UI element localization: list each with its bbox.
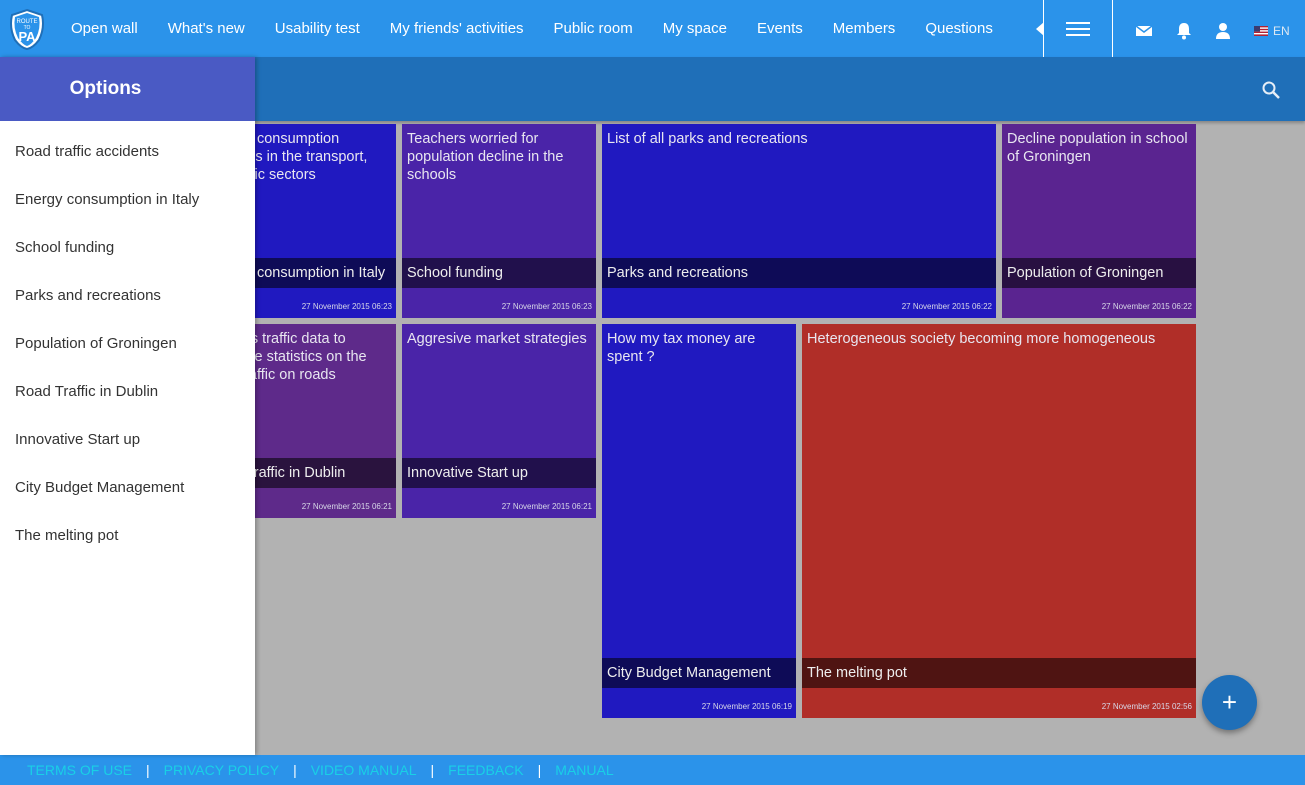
footer-separator: | <box>146 762 150 778</box>
tile-title: School funding <box>402 258 596 288</box>
tile-description: Aggresive market strategies <box>407 331 587 347</box>
tile-date: 27 November 2015 06:21 <box>301 502 392 511</box>
options-title: Options <box>69 78 142 99</box>
footer: TERMS OF USE | PRIVACY POLICY | VIDEO MA… <box>0 755 1305 785</box>
option-school-funding[interactable]: School funding <box>0 224 255 272</box>
tile-population-of-groningen[interactable]: Decline population in school of Groninge… <box>1002 124 1196 318</box>
option-road-traffic-accidents[interactable]: Road traffic accidents <box>0 128 255 176</box>
tile-title: City Budget Management <box>602 658 796 688</box>
tile-date: 27 November 2015 02:56 <box>1101 702 1192 711</box>
tile-date: 27 November 2015 06:23 <box>301 302 392 311</box>
footer-terms-of-use-link[interactable]: TERMS OF USE <box>27 762 132 778</box>
nav-my-space[interactable]: My space <box>648 0 742 57</box>
tile-description: Decline population in school of Groninge… <box>1007 131 1188 165</box>
tile-description: Heterogeneous society becoming more homo… <box>807 331 1156 347</box>
tile-title: Innovative Start up <box>402 458 596 488</box>
options-drawer: Options Road traffic accidents Energy co… <box>0 57 255 755</box>
nav-public-room[interactable]: Public room <box>539 0 648 57</box>
tile-the-melting-pot[interactable]: Heterogeneous society becoming more homo… <box>802 324 1196 718</box>
language-selector[interactable]: EN <box>1254 24 1290 38</box>
options-drawer-header: Options <box>0 57 255 121</box>
tile-date: 27 November 2015 06:19 <box>701 702 792 711</box>
plus-icon: + <box>1221 687 1238 717</box>
tile-school-funding[interactable]: Teachers worried for population decline … <box>402 124 596 318</box>
notifications-bell-icon[interactable] <box>1176 22 1194 40</box>
mail-icon[interactable] <box>1135 22 1153 38</box>
search-icon[interactable] <box>1261 80 1281 100</box>
language-label: EN <box>1273 24 1290 38</box>
svg-text:PA: PA <box>18 29 36 44</box>
nav-questions[interactable]: Questions <box>910 0 1008 57</box>
footer-separator: | <box>430 762 435 778</box>
tile-description: How my tax money are spent ? <box>607 331 756 365</box>
tile-date: 27 November 2015 06:22 <box>1101 302 1192 311</box>
option-road-traffic-in-dublin[interactable]: Road Traffic in Dublin <box>0 368 255 416</box>
add-button[interactable]: + <box>1202 675 1257 730</box>
nav-open-wall[interactable]: Open wall <box>56 0 153 57</box>
option-parks-and-recreations[interactable]: Parks and recreations <box>0 272 255 320</box>
us-flag-icon <box>1254 26 1268 36</box>
tile-date: 27 November 2015 06:21 <box>501 502 592 511</box>
user-profile-icon[interactable] <box>1215 22 1233 39</box>
tile-description: Teachers worried for population decline … <box>407 131 564 183</box>
tile-city-budget-management[interactable]: How my tax money are spent ? City Budget… <box>602 324 796 718</box>
top-navigation-bar: ROUTE TO PA Open wall What's new Usabili… <box>0 0 1305 57</box>
nav-members[interactable]: Members <box>818 0 911 57</box>
option-population-of-groningen[interactable]: Population of Groningen <box>0 320 255 368</box>
option-energy-consumption-in-italy[interactable]: Energy consumption in Italy <box>0 176 255 224</box>
option-innovative-start-up[interactable]: Innovative Start up <box>0 416 255 464</box>
footer-feedback-link[interactable]: FEEDBACK <box>448 762 523 778</box>
tile-date: 27 November 2015 06:23 <box>501 302 592 311</box>
main-nav: Open wall What's new Usability test My f… <box>56 0 1008 57</box>
tile-parks-and-recreations[interactable]: List of all parks and recreations Parks … <box>602 124 996 318</box>
option-city-budget-management[interactable]: City Budget Management <box>0 464 255 512</box>
footer-separator: | <box>537 762 542 778</box>
nav-whats-new[interactable]: What's new <box>153 0 260 57</box>
tile-title: The melting pot <box>802 658 1196 688</box>
hamburger-icon <box>1066 21 1090 36</box>
nav-usability-test[interactable]: Usability test <box>260 0 375 57</box>
nav-events[interactable]: Events <box>742 0 818 57</box>
tile-title: Population of Groningen <box>1002 258 1196 288</box>
route-to-pa-logo[interactable]: ROUTE TO PA <box>6 8 48 51</box>
hamburger-menu-button[interactable] <box>1043 0 1113 57</box>
nav-friends-activities[interactable]: My friends' activities <box>375 0 539 57</box>
option-the-melting-pot[interactable]: The melting pot <box>0 512 255 560</box>
tile-innovative-start-up[interactable]: Aggresive market strategies Innovative S… <box>402 324 596 518</box>
footer-manual-link[interactable]: MANUAL <box>555 762 613 778</box>
tile-description: List of all parks and recreations <box>607 131 808 147</box>
footer-privacy-policy-link[interactable]: PRIVACY POLICY <box>164 762 279 778</box>
footer-video-manual-link[interactable]: VIDEO MANUAL <box>311 762 417 778</box>
footer-separator: | <box>293 762 297 778</box>
tile-date: 27 November 2015 06:22 <box>901 302 992 311</box>
tile-title: Parks and recreations <box>602 258 996 288</box>
